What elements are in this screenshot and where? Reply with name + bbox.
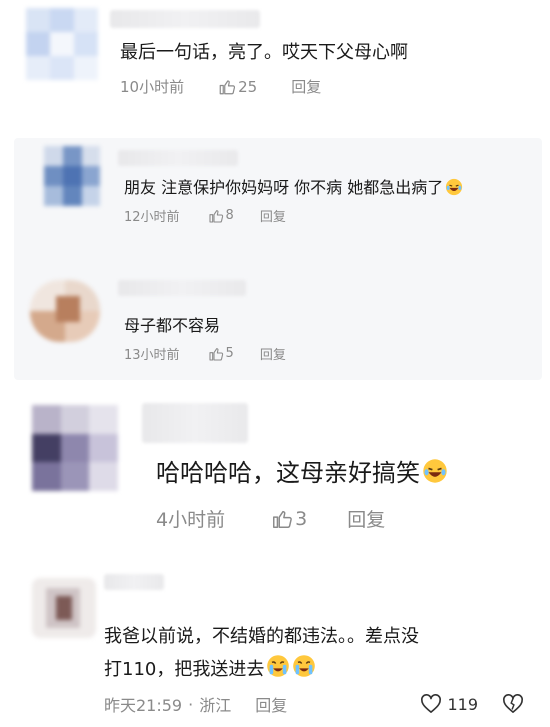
like-count: 3 [295,507,308,530]
comment-meta: 12小时前 8 回复 [124,206,286,225]
comment-text-line-2: 打110，把我送进去 [104,654,316,683]
comment-text: 最后一句话，亮了。哎天下父母心啊 [120,42,408,63]
comment-meta: 13小时前 5 回复 [124,344,286,363]
username-blurred[interactable] [104,574,164,590]
reply-button[interactable]: 回复 [255,692,287,716]
comment-text: 朋友 注意保护你妈妈呀 你不病 她都急出病了 [124,174,463,200]
thumb-up-icon [218,78,236,96]
thumb-up-icon [208,208,224,224]
reply-button[interactable]: 回复 [347,505,385,532]
comment-text: 哈哈哈哈，这母亲好搞笑 [156,453,448,490]
avatar[interactable] [44,146,100,206]
avatar[interactable] [26,8,98,80]
laughing-tears-emoji-icon [445,178,463,200]
like-button[interactable]: 8 [208,208,234,224]
crying-face-emoji-icon [266,654,290,683]
like-button[interactable]: 3 [271,508,307,530]
like-count: 119 [447,694,478,714]
dislike-icon[interactable] [502,694,524,714]
username-blurred[interactable] [110,10,260,28]
comment-3: 我爸以前说，不结婚的都违法。。差点没 打110，把我送进去 昨天21:59 · … [0,570,550,727]
timestamp: 10小时前 [120,78,185,96]
like-count: 5 [225,346,234,361]
comment-text-line-1: 我爸以前说，不结婚的都违法。。差点没 [104,626,419,647]
thumb-up-icon [208,346,224,362]
heart-icon [420,694,442,714]
timestamp: 12小时前 [124,210,180,225]
location: 浙江 [199,696,232,715]
like-count: 8 [225,208,234,223]
timestamp: 13小时前 [124,348,180,363]
reply-button[interactable]: 回复 [260,206,286,225]
separator: · [188,694,194,714]
comment-text: 母子都不容易 [124,316,221,335]
reply-button[interactable]: 回复 [291,76,321,97]
timestamp: 昨天21:59 [104,696,183,715]
comment-2: 哈哈哈哈，这母亲好搞笑 4小时前 3 回复 [0,395,550,545]
comment-meta: 昨天21:59 · 浙江 回复 119 [104,692,524,716]
like-count: 25 [238,77,258,96]
thumb-up-icon [271,508,293,530]
reply-comment-2: 母子都不容易 13小时前 5 回复 [0,276,550,376]
avatar[interactable] [30,280,100,342]
timestamp: 4小时前 [156,509,226,531]
comment-meta: 10小时前 25 回复 [120,76,321,97]
reply-comment-1: 朋友 注意保护你妈妈呀 你不病 她都急出病了 12小时前 8 回复 [0,138,550,253]
like-button[interactable]: 5 [208,346,234,362]
comment-meta: 4小时前 3 回复 [156,505,385,532]
crying-face-emoji-icon [292,654,316,683]
comment-1: 最后一句话，亮了。哎天下父母心啊 10小时前 25 回复 [0,0,550,130]
username-blurred[interactable] [118,280,246,296]
avatar[interactable] [32,405,118,491]
username-blurred[interactable] [142,403,248,443]
heart-like-button[interactable]: 119 [420,694,478,714]
reply-button[interactable]: 回复 [260,344,286,363]
like-button[interactable]: 25 [218,78,257,96]
laughing-tears-emoji-icon [422,458,448,490]
username-blurred[interactable] [118,150,238,166]
avatar[interactable] [32,578,96,638]
